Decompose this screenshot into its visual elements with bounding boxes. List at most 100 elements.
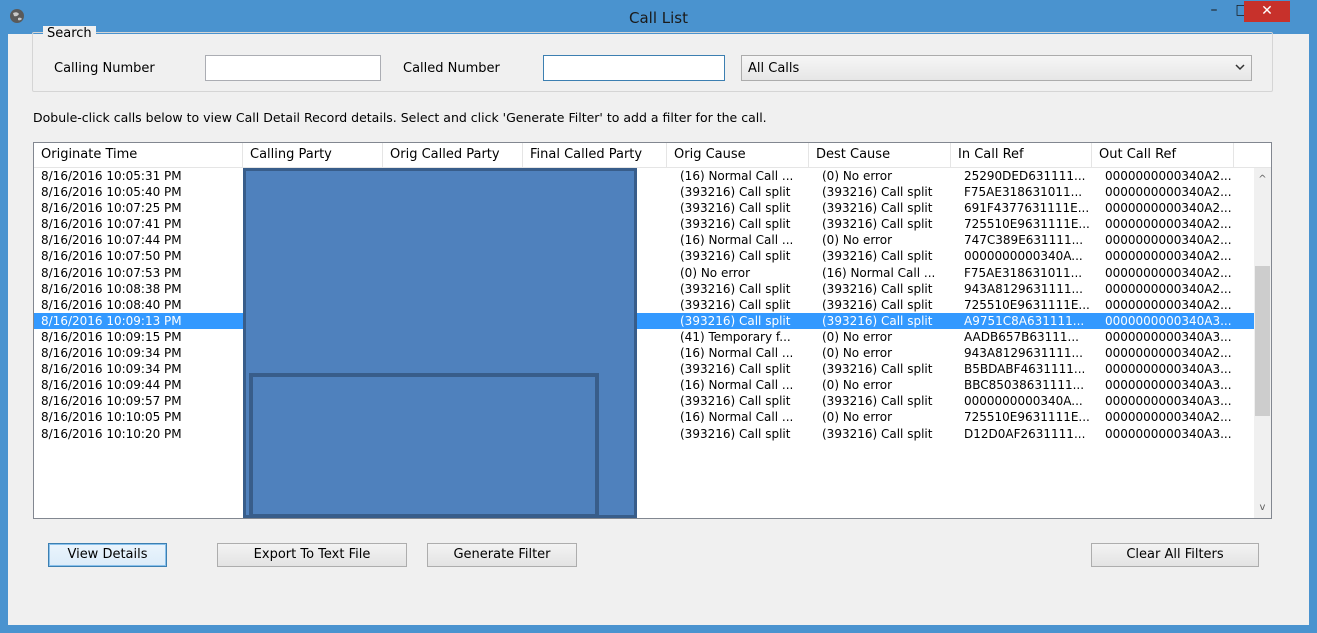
table-row[interactable]: 8/16/2016 10:09:57 PM (393216) Call split…: [34, 393, 1254, 409]
call-list-window: Call List – □ ✕ Search Calling Number Ca…: [0, 0, 1317, 633]
table-header: Originate Time Calling Party Orig Called…: [34, 143, 1271, 168]
originate-time-cell: 8/16/2016 10:09:34 PM: [41, 362, 182, 377]
in-call-ref-cell: 725510E9631111E...: [964, 217, 1090, 232]
out-call-ref-cell: 0000000000340A3...: [1105, 378, 1232, 393]
scroll-thumb[interactable]: [1255, 266, 1270, 416]
call-filter-dropdown[interactable]: All Calls: [741, 55, 1252, 81]
table-row[interactable]: 8/16/2016 10:07:41 PM (393216) Call split…: [34, 216, 1254, 232]
originate-time-cell: 8/16/2016 10:07:44 PM: [41, 233, 182, 248]
table-row[interactable]: 8/16/2016 10:09:15 PM (41) Temporary f...…: [34, 329, 1254, 345]
out-call-ref-cell: 0000000000340A2...: [1105, 185, 1232, 200]
table-row[interactable]: 8/16/2016 10:07:44 PM (16) Normal Call ..…: [34, 232, 1254, 248]
window-title: Call List: [629, 9, 688, 27]
in-call-ref-cell: 943A8129631111...: [964, 346, 1083, 361]
dest-cause-cell: (393216) Call split: [822, 249, 933, 264]
call-filter-selected: All Calls: [748, 61, 800, 76]
table-row[interactable]: 8/16/2016 10:05:31 PM (16) Normal Call ..…: [34, 168, 1254, 184]
column-header[interactable]: In Call Ref: [951, 143, 1092, 167]
table-body: 8/16/2016 10:05:31 PM (16) Normal Call ..…: [34, 168, 1254, 442]
orig-cause-cell: (393216) Call split: [680, 313, 791, 328]
column-header[interactable]: Originate Time: [34, 143, 243, 167]
generate-filter-button[interactable]: Generate Filter: [427, 543, 577, 567]
called-number-input[interactable]: [543, 55, 725, 81]
column-header[interactable]: Out Call Ref: [1092, 143, 1234, 167]
in-call-ref-cell: 725510E9631111E...: [964, 297, 1090, 312]
out-call-ref-cell: 0000000000340A2...: [1105, 297, 1232, 312]
table-row[interactable]: 8/16/2016 10:07:50 PM (393216) Call split…: [34, 248, 1254, 264]
out-call-ref-cell: 0000000000340A2...: [1105, 281, 1232, 296]
dest-cause-cell: (393216) Call split: [822, 313, 933, 328]
out-call-ref-cell: 0000000000340A3...: [1105, 394, 1232, 409]
view-details-button[interactable]: View Details: [48, 543, 167, 567]
originate-time-cell: 8/16/2016 10:07:41 PM: [41, 217, 182, 232]
table-row[interactable]: 8/16/2016 10:09:44 PM (16) Normal Call ..…: [34, 377, 1254, 393]
search-group-title: Search: [43, 26, 96, 41]
in-call-ref-cell: BBC85038631111...: [964, 378, 1085, 393]
column-header[interactable]: Final Called Party: [523, 143, 667, 167]
calling-number-label: Calling Number: [54, 61, 155, 76]
orig-cause-cell: (393216) Call split: [680, 185, 791, 200]
title-bar[interactable]: Call List – □ ✕: [0, 0, 1317, 34]
dest-cause-cell: (393216) Call split: [822, 217, 933, 232]
table-row[interactable]: 8/16/2016 10:09:13 PM (393216) Call split…: [34, 312, 1254, 329]
orig-cause-cell: (16) Normal Call ...: [680, 169, 794, 183]
originate-time-cell: 8/16/2016 10:08:38 PM: [41, 281, 182, 296]
table-row[interactable]: 8/16/2016 10:08:40 PM (393216) Call split…: [34, 297, 1254, 313]
originate-time-cell: 8/16/2016 10:08:40 PM: [41, 297, 182, 312]
minimize-button[interactable]: –: [1200, 0, 1228, 21]
column-header[interactable]: Dest Cause: [809, 143, 951, 167]
column-header[interactable]: Orig Cause: [667, 143, 809, 167]
dest-cause-cell: (393216) Call split: [822, 185, 933, 200]
in-call-ref-cell: 0000000000340A...: [964, 249, 1083, 264]
in-call-ref-cell: 25290DED631111...: [964, 169, 1086, 183]
out-call-ref-cell: 0000000000340A2...: [1105, 169, 1232, 183]
out-call-ref-cell: 0000000000340A2...: [1105, 346, 1232, 361]
called-number-label: Called Number: [403, 61, 500, 76]
table-row[interactable]: 8/16/2016 10:07:25 PM (393216) Call split…: [34, 200, 1254, 216]
column-header[interactable]: Calling Party: [243, 143, 383, 167]
orig-cause-cell: (16) Normal Call ...: [680, 346, 794, 361]
table-row[interactable]: 8/16/2016 10:09:34 PM (16) Normal Call ..…: [34, 345, 1254, 361]
export-to-text-file-button[interactable]: Export To Text File: [217, 543, 407, 567]
call-list-table[interactable]: Originate Time Calling Party Orig Called…: [33, 142, 1272, 519]
clear-all-filters-button[interactable]: Clear All Filters: [1091, 543, 1259, 567]
table-row[interactable]: 8/16/2016 10:08:38 PM (393216) Call split…: [34, 281, 1254, 297]
orig-cause-cell: (393216) Call split: [680, 249, 791, 264]
dest-cause-cell: (0) No error: [822, 329, 892, 344]
out-call-ref-cell: 0000000000340A2...: [1105, 249, 1232, 264]
out-call-ref-cell: 0000000000340A2...: [1105, 233, 1232, 248]
calling-number-input[interactable]: [205, 55, 381, 81]
in-call-ref-cell: 0000000000340A...: [964, 394, 1083, 409]
table-row[interactable]: 8/16/2016 10:07:53 PM (0) No error (16) No…: [34, 265, 1254, 281]
scroll-down-button[interactable]: v: [1254, 499, 1271, 516]
originate-time-cell: 8/16/2016 10:09:15 PM: [41, 329, 182, 344]
out-call-ref-cell: 0000000000340A2...: [1105, 201, 1232, 216]
originate-time-cell: 8/16/2016 10:07:53 PM: [41, 265, 182, 280]
orig-cause-cell: (16) Normal Call ...: [680, 233, 794, 248]
dest-cause-cell: (0) No error: [822, 346, 892, 361]
in-call-ref-cell: A9751C8A631111...: [964, 313, 1085, 328]
table-row[interactable]: 8/16/2016 10:09:34 PM (393216) Call split…: [34, 361, 1254, 377]
table-row[interactable]: 8/16/2016 10:10:05 PM (16) Normal Call ..…: [34, 409, 1254, 425]
orig-cause-cell: (393216) Call split: [680, 394, 791, 409]
dest-cause-cell: (0) No error: [822, 169, 892, 183]
orig-cause-cell: (393216) Call split: [680, 281, 791, 296]
vertical-scrollbar[interactable]: ^ v: [1254, 168, 1271, 518]
out-call-ref-cell: 0000000000340A3...: [1105, 362, 1232, 377]
column-header[interactable]: Orig Called Party: [383, 143, 523, 167]
dest-cause-cell: (0) No error: [822, 233, 892, 248]
out-call-ref-cell: 0000000000340A3...: [1105, 313, 1232, 328]
in-call-ref-cell: 691F4377631111E...: [964, 201, 1090, 216]
instruction-text: Dobule-click calls below to view Call De…: [33, 110, 767, 125]
in-call-ref-cell: 943A8129631111...: [964, 281, 1083, 296]
table-row[interactable]: 8/16/2016 10:05:40 PM (393216) Call split…: [34, 184, 1254, 200]
orig-cause-cell: (393216) Call split: [680, 201, 791, 216]
table-row[interactable]: 8/16/2016 10:10:20 PM (393216) Call split…: [34, 426, 1254, 442]
in-call-ref-cell: AADB657B63111...: [964, 329, 1079, 344]
dest-cause-cell: (393216) Call split: [822, 297, 933, 312]
scroll-up-button[interactable]: ^: [1254, 171, 1271, 188]
close-button[interactable]: ✕: [1244, 1, 1290, 22]
originate-time-cell: 8/16/2016 10:10:20 PM: [41, 426, 182, 441]
out-call-ref-cell: 0000000000340A3...: [1105, 329, 1232, 344]
out-call-ref-cell: 0000000000340A2...: [1105, 410, 1232, 425]
